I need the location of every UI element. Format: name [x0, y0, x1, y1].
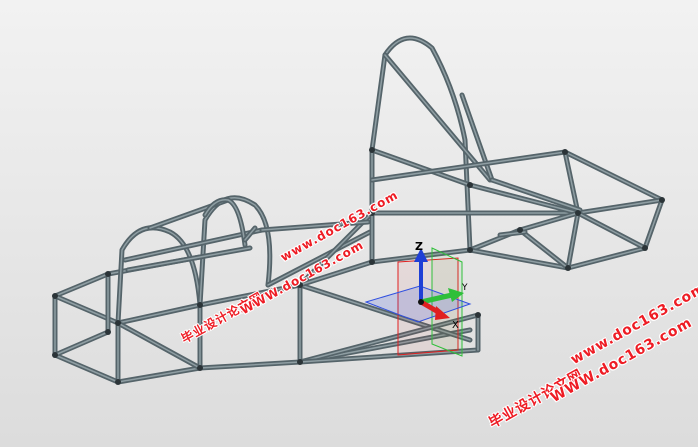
frame-joint: [297, 359, 303, 365]
frame-joint: [369, 259, 375, 265]
frame-joint: [115, 320, 121, 326]
frame-joint: [369, 147, 375, 153]
frame-joint: [467, 247, 473, 253]
front-bottom-rail-highlight: [117, 367, 201, 383]
rear-right-post-highlight: [644, 199, 663, 249]
rear-box-diag-highlight: [577, 212, 646, 249]
z-axis-label: Z: [415, 240, 423, 253]
nose-bottom-back-highlight: [54, 331, 109, 356]
frame-joint: [105, 271, 111, 277]
x-axis-label: X: [452, 320, 459, 331]
frame-joint: [52, 293, 58, 299]
front-lower-rail-highlight: [117, 304, 201, 324]
rear-bottom-cross-highlight: [567, 247, 646, 269]
nose-bottom-highlight: [54, 354, 119, 383]
frame-joint: [52, 352, 58, 358]
frame-joint: [467, 182, 473, 188]
frame-joint: [562, 149, 568, 155]
cad-3d-viewport[interactable]: Z Y X www.doc163.com 毕业设计论文网 WWW.doc163.…: [0, 0, 698, 447]
frame-joint: [565, 265, 571, 271]
rear-cross-top-highlight: [577, 199, 663, 214]
frame-joint: [659, 197, 665, 203]
main-hoop-highlight: [371, 37, 471, 263]
frame-joint: [475, 312, 481, 318]
frame-joint: [197, 302, 203, 308]
rear-top-right-highlight: [564, 151, 663, 201]
y-axis-label: Y: [461, 283, 468, 293]
frame-joint: [105, 329, 111, 335]
triad-origin-icon: [418, 299, 424, 305]
frame-joint: [517, 227, 523, 233]
rear-left-post-highlight: [567, 212, 579, 269]
frame-joint: [197, 365, 203, 371]
frame-joint: [115, 379, 121, 385]
nose-top-left-highlight: [54, 273, 109, 297]
rear-lower-diag-highlight: [519, 212, 579, 231]
main-hoop: [369, 35, 473, 265]
frame-joint: [575, 210, 581, 216]
frame-joint: [642, 245, 648, 251]
